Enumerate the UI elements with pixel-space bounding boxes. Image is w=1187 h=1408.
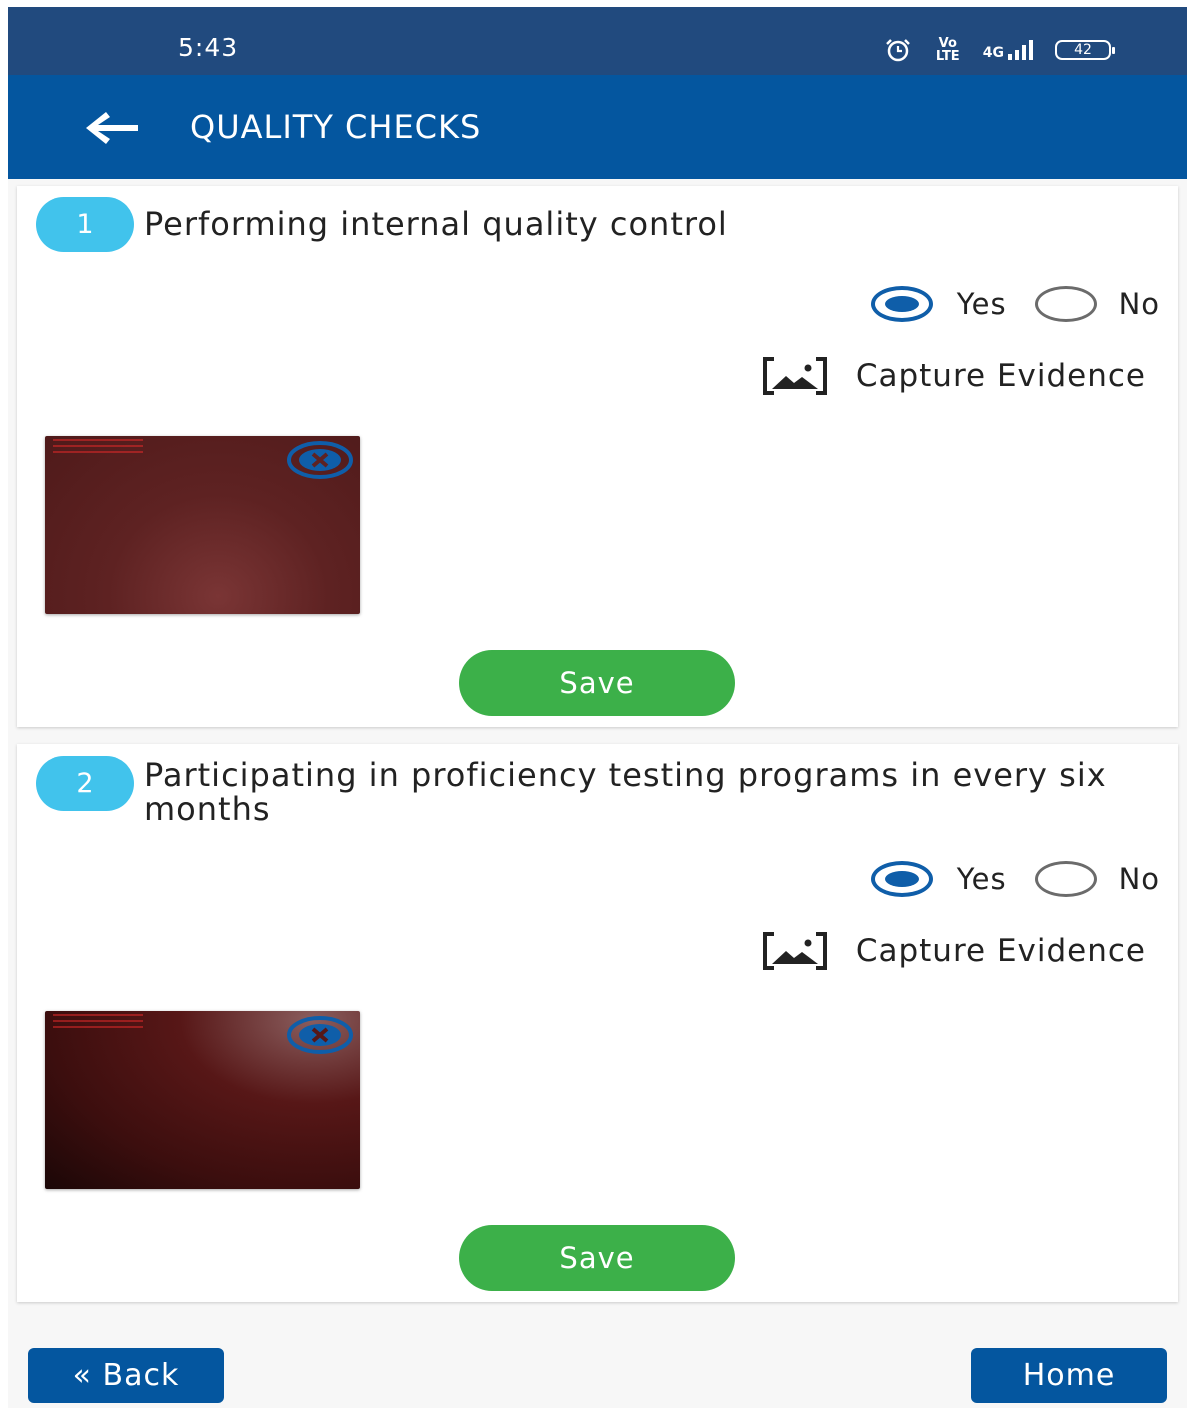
signal-indicator: 4G [983, 40, 1033, 60]
home-button[interactable]: Home [971, 1348, 1167, 1403]
radio-yes-label[interactable]: Yes [957, 862, 1007, 896]
question-text: Performing internal quality control [144, 205, 728, 243]
alarm-clock-icon [885, 39, 910, 62]
arrow-left-icon[interactable] [82, 108, 142, 148]
radio-no-label[interactable]: No [1119, 287, 1160, 321]
capture-evidence-button[interactable]: Capture Evidence [762, 353, 1146, 399]
page-title: QUALITY CHECKS [190, 108, 482, 146]
close-circle-icon[interactable] [286, 440, 354, 480]
radio-no-label[interactable]: No [1119, 862, 1160, 896]
app-bar: QUALITY CHECKS [8, 75, 1187, 179]
answer-radio-group: Yes No [870, 283, 1160, 325]
photo-timestamp-overlay [53, 1014, 143, 1032]
question-card-2: 2 Participating in proficiency testing p… [17, 744, 1178, 1302]
question-card-1: 1 Performing internal quality control Ye… [17, 186, 1178, 727]
answer-radio-group: Yes No [870, 858, 1160, 900]
signal-bars-icon [1008, 40, 1033, 60]
capture-evidence-button[interactable]: Capture Evidence [762, 928, 1146, 974]
evidence-photo-thumbnail[interactable] [45, 1011, 360, 1189]
status-bar: 5:43 Vo LTE 4G 42 [8, 7, 1187, 75]
capture-evidence-label: Capture Evidence [855, 358, 1146, 394]
image-capture-icon [762, 357, 827, 395]
save-button[interactable]: Save [459, 650, 735, 716]
radio-yes-label[interactable]: Yes [957, 287, 1007, 321]
network-type: 4G [982, 45, 1004, 61]
battery-icon: 42 [1055, 40, 1115, 60]
status-icons: Vo LTE 4G 42 [883, 36, 1115, 64]
close-circle-icon[interactable] [286, 1015, 354, 1055]
app-screen: 5:43 Vo LTE 4G 42 QUALITY CHECKS 1 Perfo… [8, 7, 1187, 1408]
question-number-badge: 2 [36, 756, 134, 811]
back-button[interactable]: « Back [28, 1348, 224, 1403]
evidence-photo-thumbnail[interactable] [45, 436, 360, 614]
status-time: 5:43 [178, 33, 239, 62]
question-text: Participating in proficiency testing pro… [144, 756, 1107, 828]
radio-yes[interactable] [870, 861, 933, 897]
radio-yes[interactable] [870, 286, 933, 322]
radio-no[interactable] [1034, 286, 1097, 322]
volte-indicator: Vo LTE [935, 36, 960, 64]
image-capture-icon [762, 932, 827, 970]
save-button[interactable]: Save [459, 1225, 735, 1291]
question-number-badge: 1 [36, 197, 134, 252]
capture-evidence-label: Capture Evidence [855, 933, 1146, 969]
radio-no[interactable] [1034, 861, 1097, 897]
photo-timestamp-overlay [53, 439, 143, 457]
